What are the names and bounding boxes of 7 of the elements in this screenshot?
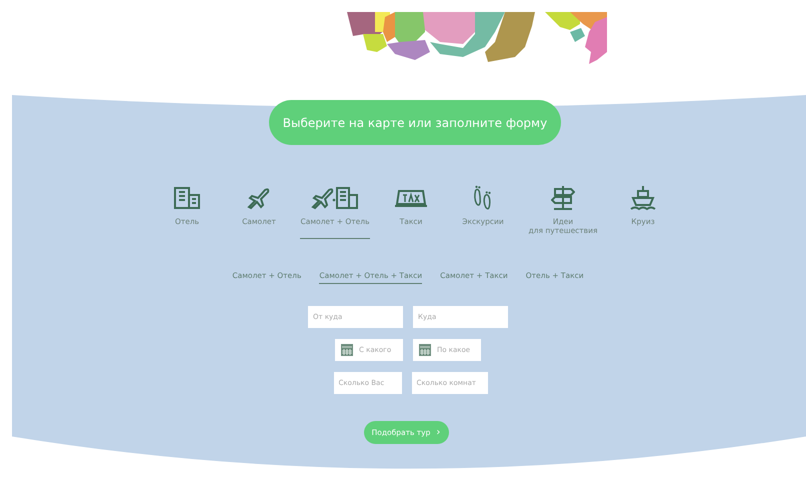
- building-icon: [173, 185, 201, 211]
- calendar-icon: [341, 344, 353, 356]
- airplane-building-icon: [310, 185, 359, 211]
- signpost-icon: [550, 185, 575, 211]
- calendar-icon: [419, 344, 431, 356]
- banner-button[interactable]: Выберите на карте или заполните форму: [269, 100, 561, 145]
- ship-icon: [630, 185, 656, 211]
